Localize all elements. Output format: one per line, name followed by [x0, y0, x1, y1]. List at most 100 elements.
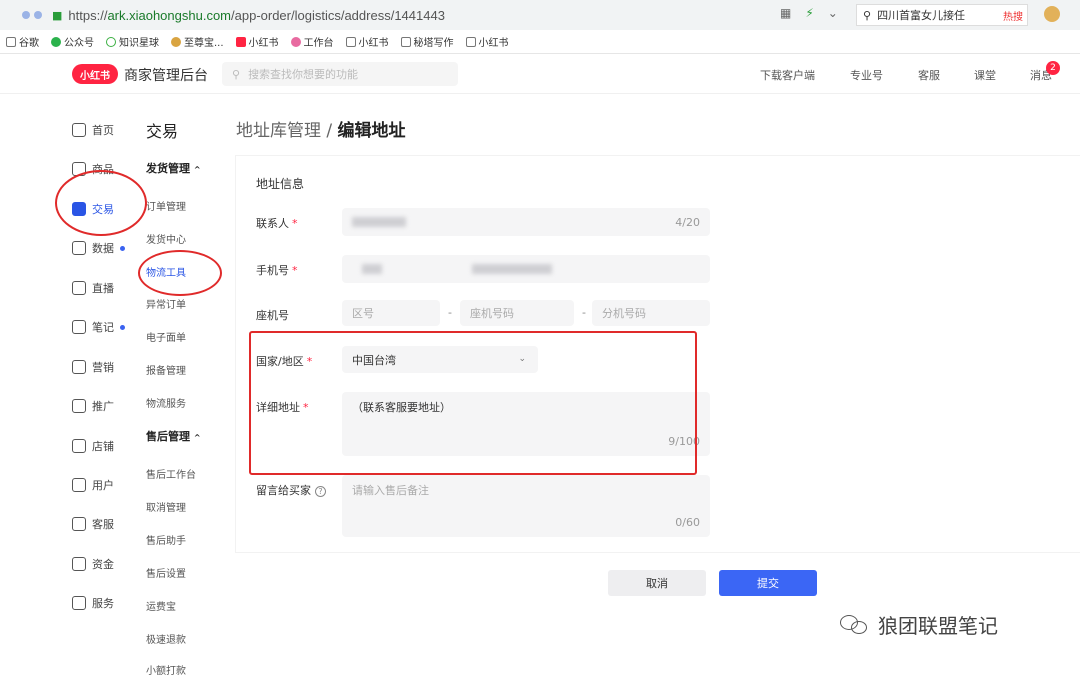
classroom-link[interactable]: 课堂: [974, 67, 996, 83]
bookmark-item[interactable]: 知识星球: [106, 34, 159, 49]
subnav-item[interactable]: 物流服务: [146, 395, 186, 410]
page-icon: [400, 36, 411, 47]
cancel-button[interactable]: 取消: [608, 570, 706, 596]
subnav-item[interactable]: 售后设置: [146, 565, 186, 580]
promotion-icon: [72, 399, 86, 413]
chart-icon: [72, 241, 86, 255]
chat-icon: [72, 517, 86, 531]
home-icon: [72, 123, 86, 137]
section-title: 地址信息: [256, 177, 305, 191]
download-client-link[interactable]: 下载客户端: [760, 67, 815, 83]
notification-dot: [120, 245, 125, 251]
annotation-circle: [55, 170, 147, 236]
bookmarks-bar: 谷歌 公众号 知识星球 至尊宝... 小红书 工作台 小红书 秘塔写作 小红书: [0, 30, 1080, 54]
phone-label: 手机号 *: [256, 264, 298, 277]
customer-service-link[interactable]: 客服: [918, 67, 940, 83]
help-icon[interactable]: ?: [315, 486, 326, 497]
lightning-icon[interactable]: ⚡: [805, 6, 813, 20]
avatar-icon: [171, 36, 181, 47]
sidebar-item-users[interactable]: 用户: [72, 477, 114, 493]
hot-search-label[interactable]: 热搜: [1003, 8, 1023, 23]
subnav-item[interactable]: 异常订单: [146, 296, 186, 311]
bookmark-item[interactable]: 谷歌: [6, 34, 39, 49]
contact-counter: 4/20: [675, 215, 700, 229]
search-icon: ⚲: [863, 8, 872, 22]
sidebar-item-home[interactable]: 首页: [72, 122, 114, 138]
sidebar-item-service[interactable]: 客服: [72, 516, 114, 532]
subnav-item[interactable]: 订单管理: [146, 198, 186, 213]
subnav-item[interactable]: 发货中心: [146, 231, 186, 246]
sidebar-item-services[interactable]: 服务: [72, 595, 114, 611]
subnav-item[interactable]: 电子面单: [146, 329, 186, 344]
note-textarea[interactable]: 请输入售后备注 0/60: [342, 475, 710, 537]
xhs-logo[interactable]: 小红书: [72, 64, 118, 84]
sidebar-item-funds[interactable]: 资金: [72, 556, 114, 572]
browser-search-text: 四川首富女儿接任: [877, 9, 966, 22]
redacted-value: [352, 217, 406, 227]
chevron-up-icon: ^: [193, 433, 201, 442]
contact-label: 联系人 *: [256, 217, 298, 230]
separator-dash: -: [582, 306, 586, 319]
subnav-item[interactable]: 取消管理: [146, 499, 186, 514]
brand-title: 商家管理后台: [124, 68, 208, 84]
grid-icon[interactable]: ▦: [780, 6, 791, 20]
extension-input[interactable]: 分机号码: [592, 300, 710, 326]
subnav-item[interactable]: 小额打款: [146, 662, 186, 677]
browser-search-input[interactable]: ⚲ 四川首富女儿接任 热搜: [856, 4, 1028, 26]
pro-account-link[interactable]: 专业号: [850, 67, 883, 83]
bookmark-item[interactable]: 至尊宝...: [171, 34, 224, 49]
play-icon: [72, 281, 86, 295]
search-icon: ⚲: [232, 67, 241, 81]
subnav-item[interactable]: 售后助手: [146, 532, 186, 547]
sidebar-item-data[interactable]: 数据: [72, 240, 125, 256]
note-counter: 0/60: [675, 516, 700, 529]
watermark-text: 狼团联盟笔记: [878, 614, 998, 638]
subnav-group-shipping[interactable]: 发货管理 ^: [146, 160, 201, 176]
sidebar-item-notes[interactable]: 笔记: [72, 319, 125, 335]
browser-address-bar: ■ https://ark.xiaohongshu.com/app-order/…: [0, 0, 1080, 30]
megaphone-icon: [72, 360, 86, 374]
notification-dot: [120, 324, 125, 330]
browser-avatar[interactable]: [1044, 6, 1060, 22]
sidebar-item-live[interactable]: 直播: [72, 280, 114, 296]
bookmark-item[interactable]: 小红书: [345, 34, 389, 49]
browser-nav-icon[interactable]: [22, 11, 42, 19]
planet-icon: [106, 36, 116, 47]
bookmark-item[interactable]: 工作台: [290, 34, 334, 49]
xhs-icon: [235, 36, 246, 47]
breadcrumb-address-library[interactable]: 地址库管理: [236, 121, 321, 141]
phone-input[interactable]: [342, 255, 710, 283]
area-code-input[interactable]: 区号: [342, 300, 440, 326]
chevron-down-icon[interactable]: ⌄: [828, 6, 838, 20]
subnav-item[interactable]: 运费宝: [146, 598, 176, 613]
contact-input[interactable]: 4/20: [342, 208, 710, 236]
separator-dash: -: [448, 306, 452, 319]
chevron-up-icon: ^: [193, 165, 201, 174]
page-icon: [6, 36, 16, 47]
sidebar-item-marketing[interactable]: 营销: [72, 359, 114, 375]
landline-number-input[interactable]: 座机号码: [460, 300, 574, 326]
redacted-value: [472, 264, 552, 274]
subnav-title: 交易: [146, 122, 179, 141]
bookmark-item[interactable]: 小红书: [465, 34, 509, 49]
sidebar-item-promotion[interactable]: 推广: [72, 398, 114, 414]
subnav-group-aftersale[interactable]: 售后管理 ^: [146, 428, 201, 444]
page-title: 地址库管理 / 编辑地址: [236, 121, 406, 141]
subnav-item[interactable]: 售后工作台: [146, 466, 196, 481]
submit-button[interactable]: 提交: [719, 570, 817, 596]
browser-tools: ▦ ⚡ ⌄: [780, 6, 838, 20]
message-count-badge: 2: [1046, 61, 1060, 75]
sidebar-item-store[interactable]: 店铺: [72, 438, 114, 454]
url-field[interactable]: https://ark.xiaohongshu.com/app-order/lo…: [68, 8, 445, 23]
page-icon: [345, 36, 356, 47]
function-search-input[interactable]: ⚲ 搜索查找你想要的功能: [222, 62, 458, 86]
subnav-item[interactable]: 极速退款: [146, 631, 186, 646]
top-navigation: 小红书 商家管理后台 ⚲ 搜索查找你想要的功能 下载客户端 专业号 客服 课堂 …: [0, 54, 1080, 94]
bookmark-item[interactable]: 秘塔写作: [400, 34, 454, 49]
subnav-item[interactable]: 报备管理: [146, 362, 186, 377]
bookmark-item[interactable]: 公众号: [51, 34, 94, 49]
landline-label: 座机号: [256, 309, 289, 322]
note-label: 留言给买家?: [256, 482, 326, 498]
bookmark-item[interactable]: 小红书: [235, 34, 279, 49]
annotation-box: [249, 331, 697, 475]
